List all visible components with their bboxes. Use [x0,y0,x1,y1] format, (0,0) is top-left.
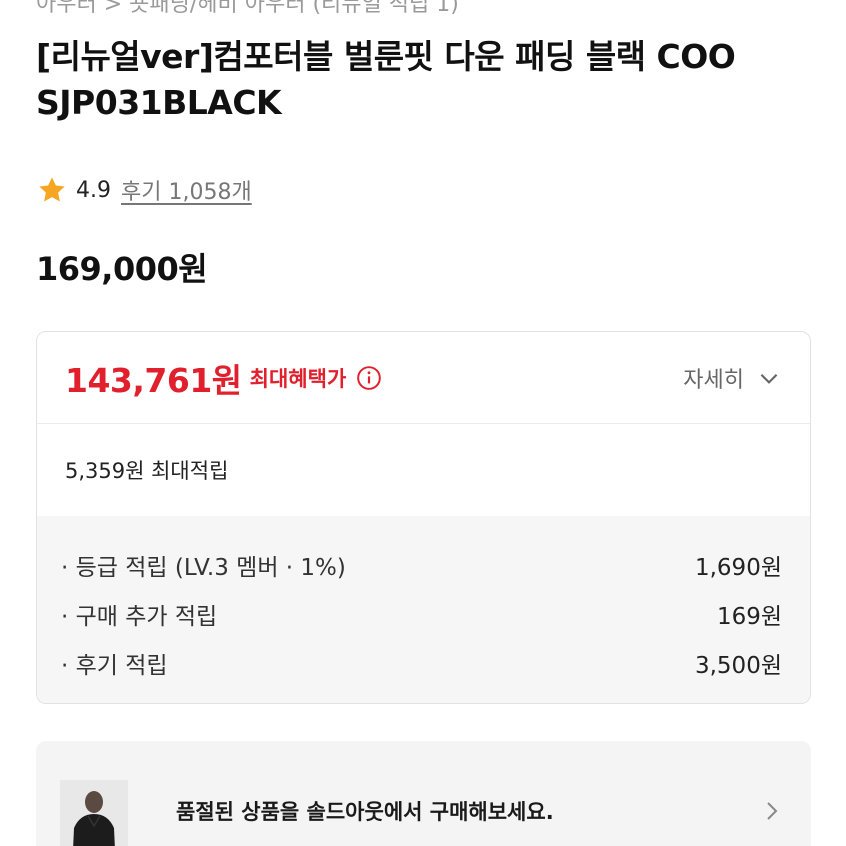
rating-row: 4.9 후기 1,058개 [36,170,252,210]
points-breakdown: · 등급 적립 (LV.3 멤버 · 1%) 1,690원 · 구매 추가 적립… [37,516,810,703]
star-icon [39,177,65,202]
detail-toggle-button[interactable]: 자세히 [683,362,782,394]
points-row-grade: · 등급 적립 (LV.3 멤버 · 1%) 1,690원 [61,540,782,589]
chevron-right-icon [767,802,778,820]
benefit-card: 143,761원 최대혜택가 자세히 5,359원 최대적립 · 등급 적립 (… [36,331,811,704]
review-count-link[interactable]: 후기 1,058개 [121,174,252,206]
max-benefit-label: 최대혜택가 [249,366,347,391]
points-label: · 후기 적립 [61,652,168,679]
points-row-purchase: · 구매 추가 적립 169원 [61,589,782,638]
max-points-total: 5,359원 최대적립 [65,459,229,483]
original-price: 169,000원 [36,250,208,288]
points-label: · 등급 적립 (LV.3 멤버 · 1%) [61,554,346,581]
breadcrumb[interactable]: 아우터 > 숏패딩/헤비 아우터 (리뉴얼 적립 1) [36,0,459,18]
soldout-text: 품절된 상품을 솔드아웃에서 구매해보세요. [176,800,554,824]
soldout-banner[interactable]: 품절된 상품을 솔드아웃에서 구매해보세요. [36,741,811,846]
detail-toggle-label: 자세히 [683,367,744,393]
product-title: [리뉴얼ver]컴포터블 벌룬핏 다운 패딩 블랙 COO SJP031BLAC… [36,37,736,122]
benefit-header: 143,761원 최대혜택가 자세히 [37,332,810,424]
points-amount: 1,690원 [694,554,782,581]
product-thumbnail [60,780,128,846]
points-amount: 3,500원 [694,652,782,679]
info-icon[interactable] [356,365,382,391]
points-row-review: · 후기 적립 3,500원 [61,638,782,687]
max-benefit-price: 143,761원 [65,360,242,400]
chevron-down-icon [760,373,778,384]
points-label: · 구매 추가 적립 [61,603,218,630]
rating-value: 4.9 [76,177,111,203]
points-amount: 169원 [716,603,782,630]
